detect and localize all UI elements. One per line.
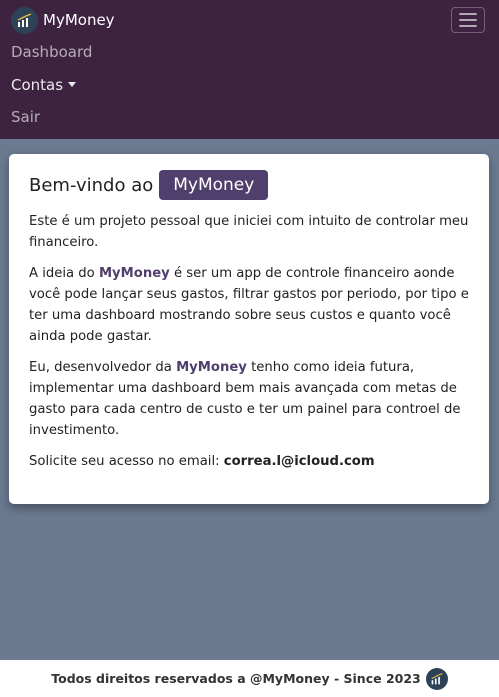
footer: Todos direitos reservados a @MyMoney - S… [0, 660, 499, 697]
navbar: MyMoney Dashboard Contas Sair [0, 0, 499, 139]
nav-dashboard[interactable]: Dashboard [11, 42, 92, 62]
chart-logo-icon [11, 6, 38, 34]
navbar-brand[interactable]: MyMoney [11, 6, 115, 34]
nav-sair[interactable]: Sair [11, 107, 40, 127]
footer-text: Todos direitos reservados a @MyMoney - S… [51, 671, 421, 686]
nav-contas-label: Contas [11, 76, 64, 94]
card-title-prefix: Bem-vindo ao [29, 174, 154, 196]
nav-sair-label: Sair [11, 108, 41, 126]
future-paragraph: Eu, desenvolvedor da MyMoney tenho como … [29, 360, 461, 438]
brand-highlight: MyMoney [98, 266, 170, 281]
caret-down-icon [68, 82, 77, 87]
nav-contas-dropdown[interactable]: Contas [11, 75, 77, 95]
card-title: Bem-vindo ao MyMoney [29, 170, 469, 200]
nav-dashboard-label: Dashboard [11, 43, 93, 61]
intro-paragraph: Este é um projeto pessoal que iniciei co… [29, 214, 469, 250]
idea-paragraph: A ideia do MyMoney é ser um app de contr… [29, 266, 469, 344]
brand-badge: MyMoney [159, 170, 269, 200]
hamburger-menu-icon[interactable] [451, 7, 485, 33]
chart-logo-icon [425, 667, 448, 690]
welcome-card: Bem-vindo ao MyMoney Este é um projeto p… [9, 154, 489, 504]
contact-email: correa.l@icloud.com [223, 454, 375, 469]
contact-paragraph: Solicite seu acesso no email: correa.l@i… [29, 454, 375, 469]
brand-name: MyMoney [43, 11, 115, 29]
brand-highlight: MyMoney [176, 360, 247, 375]
